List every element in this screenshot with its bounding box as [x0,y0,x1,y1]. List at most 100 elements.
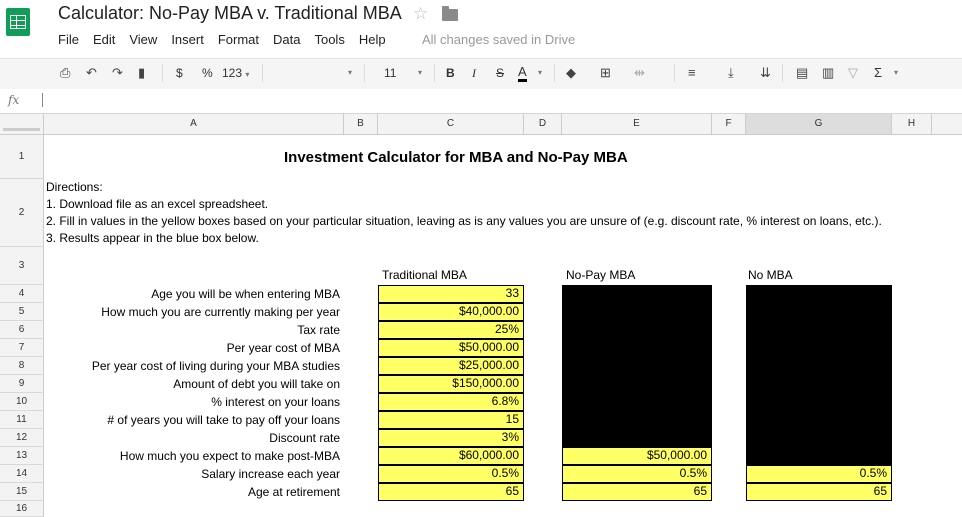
fill-color-icon[interactable]: ◆ [566,65,576,81]
menu-help[interactable]: Help [359,32,386,50]
traditional-mba-cost-cell[interactable]: $50,000.00 [378,339,524,357]
menu-data[interactable]: Data [273,32,300,50]
row-header-16[interactable]: 16 [0,501,44,517]
chevron-down-icon: ▾ [245,70,250,79]
undo-icon[interactable]: ↶ [86,65,97,81]
no-mba-blackout [746,285,892,465]
row-header-12[interactable]: 12 [0,429,44,447]
column-header-c[interactable]: C [378,114,524,134]
valign-icon[interactable]: ⤓ [728,65,734,81]
label-debt-amount: Amount of debt you will take on [173,377,340,391]
row-header-5[interactable]: 5 [0,303,44,321]
column-header-d[interactable]: D [524,114,562,134]
row-header-13[interactable]: 13 [0,447,44,465]
row-header-4[interactable]: 4 [0,285,44,303]
select-all-corner[interactable] [0,114,44,134]
header-traditional-mba: Traditional MBA [382,268,467,282]
label-post-mba-salary: How much you expect to make post-MBA [119,449,340,463]
strikethrough-button[interactable]: S [496,65,504,81]
toolbar: ⎙ ↶ ↷ ▮ $ % 123 ▾ ▾ 11 ▾ B I S A ▾ ◆ ⊞ ⇹… [0,58,962,90]
traditional-post-mba-salary-cell[interactable]: $60,000.00 [378,447,524,465]
sheet-title: Investment Calculator for MBA and No-Pay… [284,149,628,166]
align-icon[interactable]: ≡ [688,65,696,81]
column-header-g[interactable]: G [746,114,892,134]
row-header-3[interactable]: 3 [0,247,44,285]
menu-tools[interactable]: Tools [314,32,344,50]
redo-icon[interactable]: ↷ [112,65,123,81]
no-mba-salary-increase-cell[interactable]: 0.5% [746,465,892,483]
header-no-pay-mba: No-Pay MBA [566,268,636,282]
paint-format-icon[interactable]: ▮ [138,65,145,81]
row-header-11[interactable]: 11 [0,411,44,429]
more-formats-button[interactable]: 123 ▾ [222,65,249,83]
row-header-8[interactable]: 8 [0,357,44,375]
wrap-icon[interactable]: ⇊ [760,65,771,81]
column-header-b[interactable]: B [344,114,378,134]
traditional-debt-cell[interactable]: $150,000.00 [378,375,524,393]
print-icon[interactable]: ⎙ [60,65,70,81]
font-size-chevron-icon[interactable]: ▾ [418,65,422,81]
star-icon[interactable]: ☆ [413,4,428,24]
traditional-payoff-years-cell[interactable]: 15 [378,411,524,429]
row-header-9[interactable]: 9 [0,375,44,393]
traditional-loan-interest-cell[interactable]: 6.8% [378,393,524,411]
text-color-chevron-icon[interactable]: ▾ [538,65,542,81]
currency-format-button[interactable]: $ [176,65,183,81]
menu-view[interactable]: View [129,32,157,50]
filter-icon[interactable]: ▽ [848,65,858,81]
row-header-1[interactable]: 1 [0,135,44,179]
font-family-dropdown[interactable]: ▾ [348,65,352,81]
no-pay-mba-blackout [562,285,712,447]
traditional-tax-rate-cell[interactable]: 25% [378,321,524,339]
borders-icon[interactable]: ⊞ [600,65,611,81]
traditional-salary-increase-cell[interactable]: 0.5% [378,465,524,483]
label-salary-increase: Salary increase each year [201,467,340,481]
traditional-current-salary-cell[interactable]: $40,000.00 [378,303,524,321]
no-pay-post-mba-salary-cell[interactable]: $50,000.00 [562,447,712,465]
menu-format[interactable]: Format [218,32,259,50]
functions-chevron-icon[interactable]: ▾ [894,65,898,81]
column-header-f[interactable]: F [712,114,746,134]
functions-button[interactable]: Σ [874,65,882,81]
font-size-select[interactable]: 11 [384,65,396,81]
bold-button[interactable]: B [446,65,455,81]
row-header-10[interactable]: 10 [0,393,44,411]
text-color-button[interactable]: A [518,65,527,82]
column-header-e[interactable]: E [562,114,712,134]
formula-input[interactable] [42,93,43,107]
comment-icon[interactable]: ▤ [796,65,808,81]
traditional-discount-rate-cell[interactable]: 3% [378,429,524,447]
no-pay-retirement-age-cell[interactable]: 65 [562,483,712,501]
label-payoff-years: # of years you will take to pay off your… [107,413,340,427]
merge-icon[interactable]: ⇹ [634,65,645,81]
menu-file[interactable]: File [58,32,79,50]
traditional-living-cost-cell[interactable]: $25,000.00 [378,357,524,375]
directions-step-1: 1. Download file as an excel spreadsheet… [46,197,269,211]
document-title[interactable]: Calculator: No-Pay MBA v. Traditional MB… [58,3,402,24]
row-header-15[interactable]: 15 [0,483,44,501]
column-header-a[interactable]: A [44,114,344,134]
italic-button[interactable]: I [472,65,476,81]
label-tax-rate: Tax rate [297,323,340,337]
label-discount-rate: Discount rate [269,431,340,445]
menu-edit[interactable]: Edit [93,32,115,50]
no-pay-salary-increase-cell[interactable]: 0.5% [562,465,712,483]
column-header-h[interactable]: H [892,114,932,134]
sheets-logo-icon[interactable] [6,8,30,36]
traditional-entry-age-cell[interactable]: 33 [378,285,524,303]
row-header-7[interactable]: 7 [0,339,44,357]
row-header-14[interactable]: 14 [0,465,44,483]
traditional-retirement-age-cell[interactable]: 65 [378,483,524,501]
chart-icon[interactable]: ▥ [822,65,834,81]
no-mba-retirement-age-cell[interactable]: 65 [746,483,892,501]
label-mba-cost: Per year cost of MBA [226,341,340,355]
column-headers: A B C D E F G H [0,114,962,135]
directions-step-2: 2. Fill in values in the yellow boxes ba… [46,214,882,228]
row-header-6[interactable]: 6 [0,321,44,339]
menu-insert[interactable]: Insert [171,32,204,50]
row-header-2[interactable]: 2 [0,179,44,247]
label-retirement-age: Age at retirement [247,485,340,499]
percent-format-button[interactable]: % [202,65,213,81]
label-loan-interest: % interest on your loans [211,395,340,409]
folder-icon[interactable] [442,6,458,21]
